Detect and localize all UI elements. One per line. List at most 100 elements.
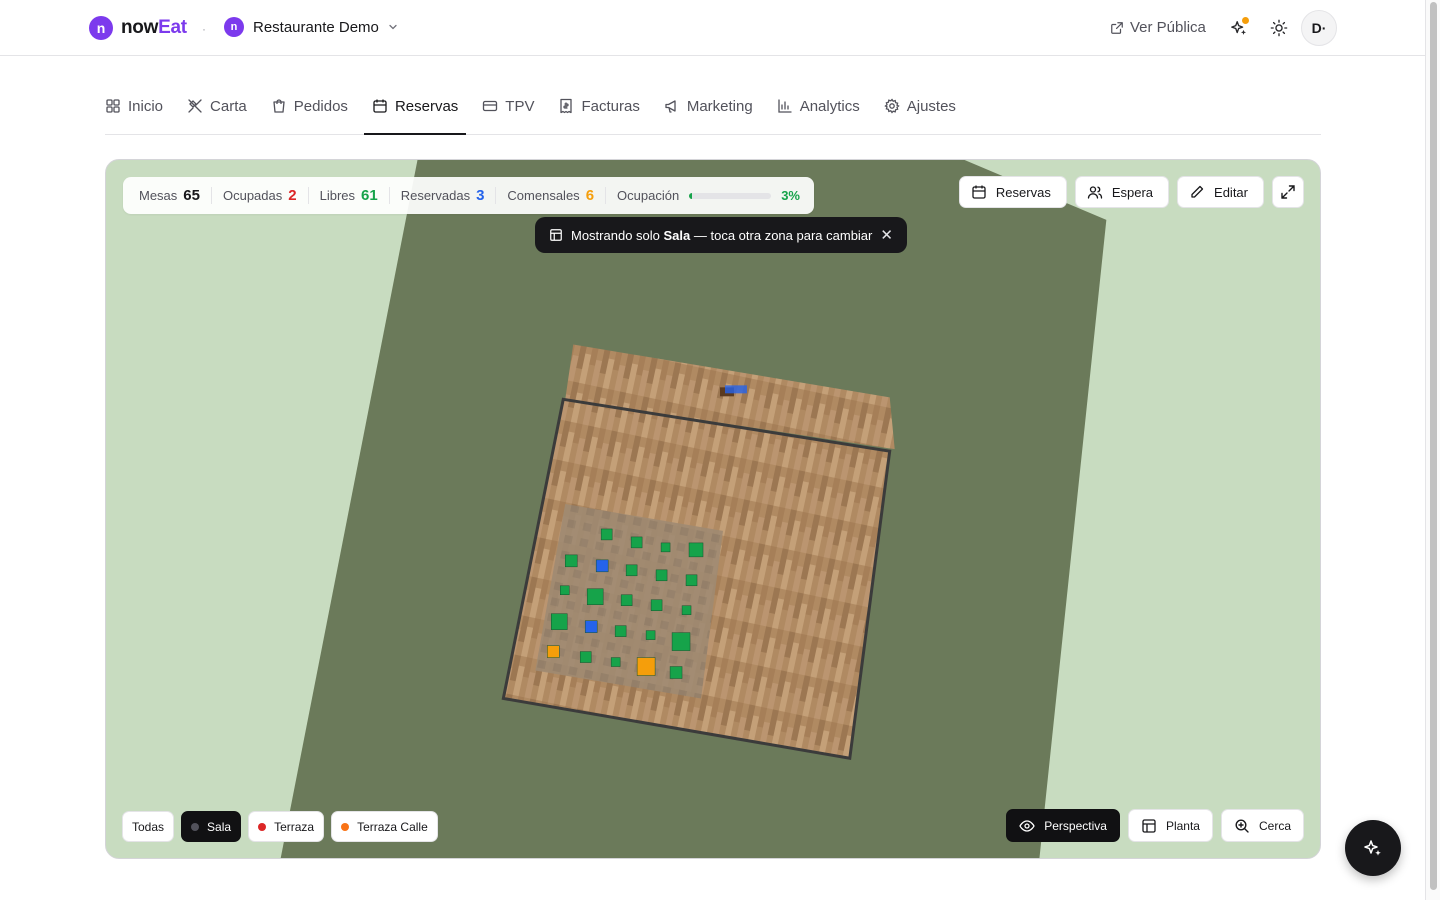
ai-assistant-fab[interactable]	[1345, 820, 1401, 876]
stat-label: Ocupación	[617, 188, 680, 203]
header-separator: ·	[202, 22, 206, 36]
stat-ocupadas: Ocupadas 2	[223, 187, 309, 204]
external-link-icon	[1111, 21, 1123, 34]
layout-icon	[1142, 818, 1156, 833]
brand-logo: n	[89, 16, 113, 40]
main-tabs: Inicio Carta Pedidos Reservas TPV Factur…	[105, 78, 1321, 135]
planta-button[interactable]: Planta	[1127, 809, 1213, 842]
calendar-icon	[373, 99, 387, 113]
shopping-bag-icon	[273, 99, 285, 113]
button-label: Editar	[1214, 184, 1248, 200]
tab-marketing[interactable]: Marketing	[656, 78, 761, 134]
stat-mesas: Mesas 65	[139, 187, 212, 204]
tab-label: Analytics	[799, 97, 860, 115]
view-mode-buttons: Perspectiva Planta Cerca	[1006, 809, 1304, 842]
grid-icon	[106, 99, 120, 113]
toast-suffix: — toca otra zona para cambiar	[693, 227, 873, 243]
gear-icon	[884, 98, 900, 114]
user-avatar[interactable]: D·	[1301, 10, 1337, 46]
eye-icon	[1019, 819, 1035, 832]
stat-label: Libres	[319, 188, 356, 203]
restaurant-selector[interactable]: n Restaurante Demo	[224, 17, 398, 37]
zone-chip-todas[interactable]: Todas	[122, 811, 175, 842]
stat-value: 2	[288, 187, 297, 204]
sparkles-icon	[1364, 840, 1381, 856]
floor-plan-view[interactable]: Mesas 65 Ocupadas 2 Libres 61 Reservadas…	[105, 159, 1321, 859]
brand-name-part: now	[121, 17, 159, 38]
stat-label: Mesas	[139, 188, 178, 203]
layout-icon	[550, 229, 562, 241]
calendar-icon	[972, 185, 986, 199]
scrollbar-thumb[interactable]	[1430, 2, 1437, 890]
zone-chips: Todas Sala Terraza Terraza Calle	[122, 811, 438, 842]
megaphone-icon	[665, 100, 676, 113]
public-page-label: Ver Pública	[1130, 19, 1206, 36]
tab-carta[interactable]: Carta	[179, 78, 255, 134]
tab-reservas[interactable]: Reservas	[363, 78, 467, 135]
chevron-down-icon	[389, 24, 397, 30]
restaurant-name: Restaurante Demo	[253, 18, 379, 36]
perspectiva-button[interactable]: Perspectiva	[1006, 809, 1120, 842]
app-page: n nowEat · n Restaurante Demo Ver Públic…	[0, 0, 1440, 900]
tab-label: Inicio	[128, 97, 164, 115]
bar-chart-icon	[778, 99, 792, 113]
tab-label: Carta	[210, 97, 247, 115]
button-label: Reservas	[995, 184, 1051, 200]
brand[interactable]: n nowEat	[89, 16, 187, 40]
tab-label: Ajustes	[906, 97, 956, 115]
button-label: Cerca	[1258, 818, 1291, 833]
stat-value: 65	[183, 187, 200, 204]
credit-card-icon	[483, 100, 498, 112]
zone-chip-sala[interactable]: Sala	[181, 811, 242, 842]
expand-icon	[1281, 185, 1295, 199]
reservas-button[interactable]: Reservas	[958, 176, 1067, 208]
zone-dot	[191, 822, 200, 831]
tab-pedidos[interactable]: Pedidos	[263, 78, 356, 134]
stat-value: 3%	[781, 188, 800, 203]
notification-dot	[1242, 17, 1249, 24]
stat-label: Ocupadas	[222, 188, 283, 203]
page-scrollbar[interactable]	[1425, 0, 1440, 900]
public-page-link[interactable]: Ver Pública	[1110, 19, 1206, 36]
tab-analytics[interactable]: Analytics	[769, 78, 868, 134]
tab-inicio[interactable]: Inicio	[105, 78, 171, 134]
occupancy-progress-bar	[689, 192, 772, 199]
zoom-in-icon	[1235, 818, 1249, 833]
stat-value: 61	[361, 187, 378, 204]
close-icon[interactable]: ✕	[880, 226, 893, 244]
brand-name: nowEat	[121, 17, 187, 39]
zone-chip-terraza-calle[interactable]: Terraza Calle	[331, 811, 438, 842]
zone-dot	[258, 822, 267, 831]
restaurant-logo: n	[224, 17, 244, 37]
stat-comensales: Comensales 6	[507, 187, 607, 204]
floor-plan-canvas[interactable]	[106, 160, 1320, 858]
stat-label: Comensales	[507, 188, 580, 203]
tab-tpv[interactable]: TPV	[474, 78, 542, 134]
tab-ajustes[interactable]: Ajustes	[876, 78, 964, 134]
espera-button[interactable]: Espera	[1074, 176, 1170, 208]
toast-zone: Sala	[663, 227, 691, 243]
zone-dot	[341, 822, 350, 831]
pencil-icon	[1191, 185, 1204, 198]
tab-facturas[interactable]: Facturas	[550, 78, 647, 134]
ai-sparkles-button[interactable]	[1228, 17, 1250, 39]
stat-value: 6	[585, 187, 595, 204]
sun-icon	[1270, 19, 1288, 37]
users-icon	[1087, 186, 1102, 199]
zone-label: Terraza	[274, 819, 315, 834]
stat-libres: Libres 61	[320, 187, 390, 204]
brand-name-accent: Eat	[158, 17, 187, 38]
zone-filter-toast: Mostrando solo Sala — toca otra zona par…	[535, 217, 907, 253]
tab-label: Reservas	[394, 97, 459, 115]
theme-toggle-button[interactable]	[1268, 17, 1290, 39]
tab-label: TPV	[505, 97, 535, 115]
zone-label: Sala	[207, 819, 232, 834]
occupancy-progress-fill	[689, 192, 692, 199]
zone-label: Todas	[132, 819, 165, 834]
editar-button[interactable]: Editar	[1177, 176, 1264, 208]
cerca-button[interactable]: Cerca	[1220, 809, 1304, 842]
zone-label: Terraza Calle	[357, 819, 428, 834]
fullscreen-button[interactable]	[1272, 176, 1304, 208]
utensils-icon	[188, 99, 202, 113]
zone-chip-terraza[interactable]: Terraza	[248, 811, 325, 842]
